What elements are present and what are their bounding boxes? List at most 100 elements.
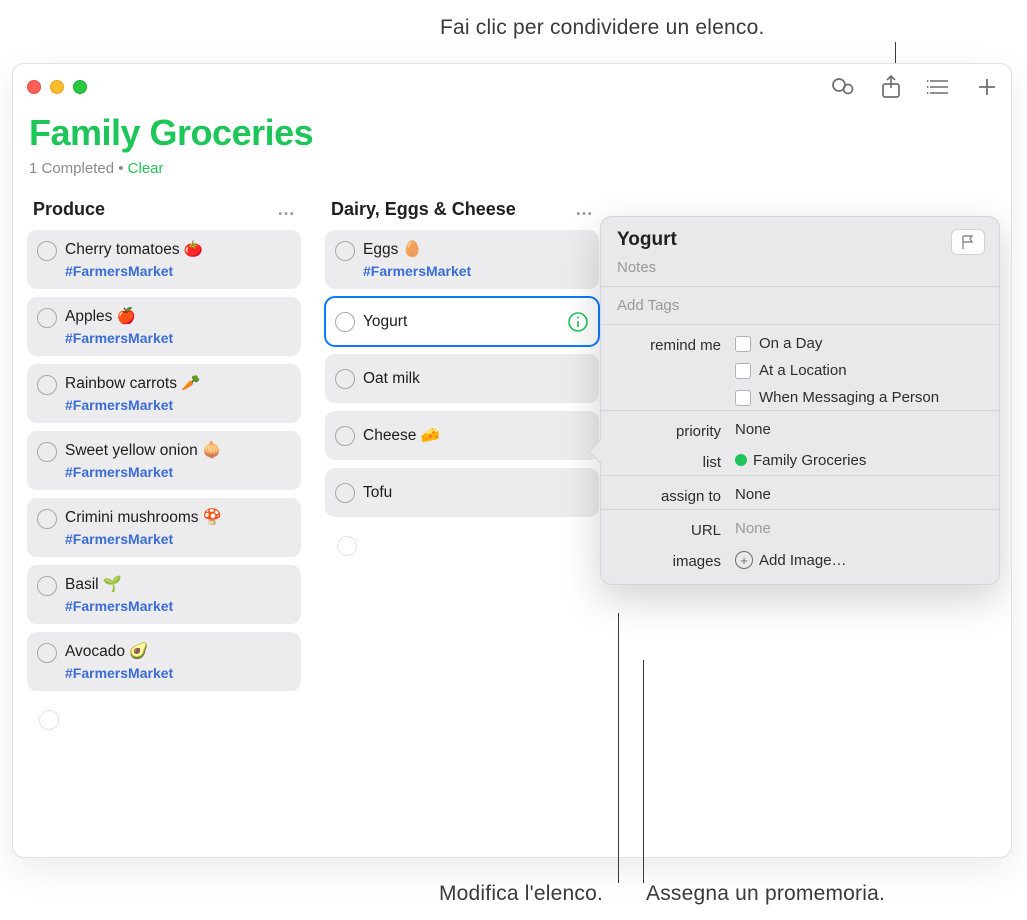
- reminder-item[interactable]: Tofu: [325, 468, 599, 517]
- column-more-button[interactable]: …: [569, 199, 595, 220]
- reminder-item[interactable]: Crimini mushrooms 🍄 #FarmersMarket: [27, 498, 301, 557]
- callout-line: [618, 613, 619, 883]
- complete-checkbox[interactable]: [37, 308, 57, 328]
- checkbox[interactable]: [735, 390, 751, 406]
- reminder-tag[interactable]: #FarmersMarket: [65, 464, 289, 480]
- reminder-title: Oat milk: [363, 370, 587, 388]
- complete-checkbox[interactable]: [37, 375, 57, 395]
- reminder-item[interactable]: Eggs 🥚 #FarmersMarket: [325, 230, 599, 289]
- complete-checkbox[interactable]: [335, 483, 355, 503]
- notes-field[interactable]: Notes: [601, 259, 999, 286]
- assign-to-value[interactable]: None: [735, 486, 983, 503]
- remind-at-location-row[interactable]: At a Location: [735, 362, 983, 379]
- checkbox[interactable]: [735, 336, 751, 352]
- priority-value[interactable]: None: [735, 421, 983, 438]
- clear-button[interactable]: Clear: [128, 160, 164, 177]
- reminder-tag[interactable]: #FarmersMarket: [65, 531, 289, 547]
- reminder-tag[interactable]: #FarmersMarket: [65, 598, 289, 614]
- priority-label: priority: [617, 421, 721, 440]
- column-header: Produce …: [27, 199, 301, 230]
- complete-checkbox[interactable]: [335, 241, 355, 261]
- complete-checkbox[interactable]: [335, 312, 355, 332]
- add-icon[interactable]: [977, 77, 997, 97]
- flag-button[interactable]: [951, 229, 985, 255]
- checkbox[interactable]: [735, 363, 751, 379]
- url-label: URL: [617, 520, 721, 539]
- remind-when-messaging-row[interactable]: When Messaging a Person: [735, 389, 983, 406]
- minimize-window-icon[interactable]: [50, 80, 64, 94]
- add-tags-field[interactable]: Add Tags: [601, 287, 999, 324]
- add-image-label: Add Image…: [759, 552, 847, 569]
- complete-checkbox[interactable]: [335, 369, 355, 389]
- reminder-item[interactable]: Avocado 🥑 #FarmersMarket: [27, 632, 301, 691]
- reminder-tag[interactable]: #FarmersMarket: [363, 263, 587, 279]
- list-color-dot: [735, 454, 747, 466]
- reminder-title: Sweet yellow onion 🧅: [65, 441, 289, 460]
- activity-icon[interactable]: [831, 76, 855, 98]
- remind-me-options: On a Day At a Location When Messaging a …: [735, 335, 983, 406]
- close-window-icon[interactable]: [27, 80, 41, 94]
- info-icon[interactable]: [567, 311, 589, 333]
- list-label: list: [617, 452, 721, 471]
- empty-circle-icon: [39, 710, 59, 730]
- option-label: On a Day: [759, 335, 822, 352]
- list-value[interactable]: Family Groceries: [735, 452, 983, 469]
- reminder-item[interactable]: Sweet yellow onion 🧅 #FarmersMarket: [27, 431, 301, 490]
- separator-dot: •: [114, 160, 128, 177]
- callout-line: [643, 660, 644, 883]
- column-title: Dairy, Eggs & Cheese: [331, 199, 516, 220]
- toolbar: [831, 75, 997, 99]
- reminder-item[interactable]: Cheese 🧀: [325, 411, 599, 460]
- callout-assign: Assegna un promemoria.: [646, 882, 885, 906]
- images-label: images: [617, 551, 721, 570]
- titlebar: [13, 64, 1011, 110]
- list-title: Family Groceries: [29, 112, 995, 154]
- add-image-button[interactable]: + Add Image…: [735, 551, 983, 569]
- completed-subheader: 1 Completed • Clear: [29, 160, 995, 177]
- reminder-tag[interactable]: #FarmersMarket: [65, 665, 289, 681]
- assign-to-label: assign to: [617, 486, 721, 505]
- reminder-item[interactable]: Rainbow carrots 🥕 #FarmersMarket: [27, 364, 301, 423]
- reminder-tag[interactable]: #FarmersMarket: [65, 397, 289, 413]
- complete-checkbox[interactable]: [37, 241, 57, 261]
- new-reminder-placeholder[interactable]: [27, 699, 301, 740]
- zoom-window-icon[interactable]: [73, 80, 87, 94]
- option-label: When Messaging a Person: [759, 389, 939, 406]
- reminder-title: Rainbow carrots 🥕: [65, 374, 289, 393]
- url-value[interactable]: None: [735, 520, 983, 537]
- reminder-title: Cheese 🧀: [363, 426, 587, 445]
- new-reminder-placeholder[interactable]: [325, 525, 599, 566]
- column-produce: Produce … Cherry tomatoes 🍅 #FarmersMark…: [27, 199, 301, 740]
- plus-circle-icon: +: [735, 551, 753, 569]
- popover-title[interactable]: Yogurt: [617, 229, 677, 251]
- column-title: Produce: [33, 199, 105, 220]
- remind-me-label: remind me: [617, 335, 721, 354]
- reminder-item[interactable]: Cherry tomatoes 🍅 #FarmersMarket: [27, 230, 301, 289]
- complete-checkbox[interactable]: [37, 442, 57, 462]
- reminder-item-selected[interactable]: Yogurt: [325, 297, 599, 346]
- share-icon[interactable]: [881, 75, 901, 99]
- app-window: Family Groceries 1 Completed • Clear Pro…: [12, 63, 1012, 858]
- complete-checkbox[interactable]: [37, 643, 57, 663]
- list-name: Family Groceries: [753, 452, 866, 469]
- column-view-icon[interactable]: [927, 78, 951, 96]
- reminder-tag[interactable]: #FarmersMarket: [65, 330, 289, 346]
- column-more-button[interactable]: …: [271, 199, 297, 220]
- complete-checkbox[interactable]: [37, 509, 57, 529]
- details-popover: Yogurt Notes Add Tags remind me On a Day…: [600, 216, 1000, 585]
- reminder-title: Apples 🍎: [65, 307, 289, 326]
- complete-checkbox[interactable]: [335, 426, 355, 446]
- complete-checkbox[interactable]: [37, 576, 57, 596]
- reminder-title: Crimini mushrooms 🍄: [65, 508, 289, 527]
- option-label: At a Location: [759, 362, 847, 379]
- reminder-title: Tofu: [363, 484, 587, 502]
- column-dairy: Dairy, Eggs & Cheese … Eggs 🥚 #FarmersMa…: [325, 199, 599, 740]
- remind-on-day-row[interactable]: On a Day: [735, 335, 983, 352]
- reminder-title: Eggs 🥚: [363, 240, 587, 259]
- reminder-title: Avocado 🥑: [65, 642, 289, 661]
- reminder-tag[interactable]: #FarmersMarket: [65, 263, 289, 279]
- reminder-item[interactable]: Basil 🌱 #FarmersMarket: [27, 565, 301, 624]
- reminder-item[interactable]: Apples 🍎 #FarmersMarket: [27, 297, 301, 356]
- reminder-item[interactable]: Oat milk: [325, 354, 599, 403]
- window-controls: [27, 80, 87, 94]
